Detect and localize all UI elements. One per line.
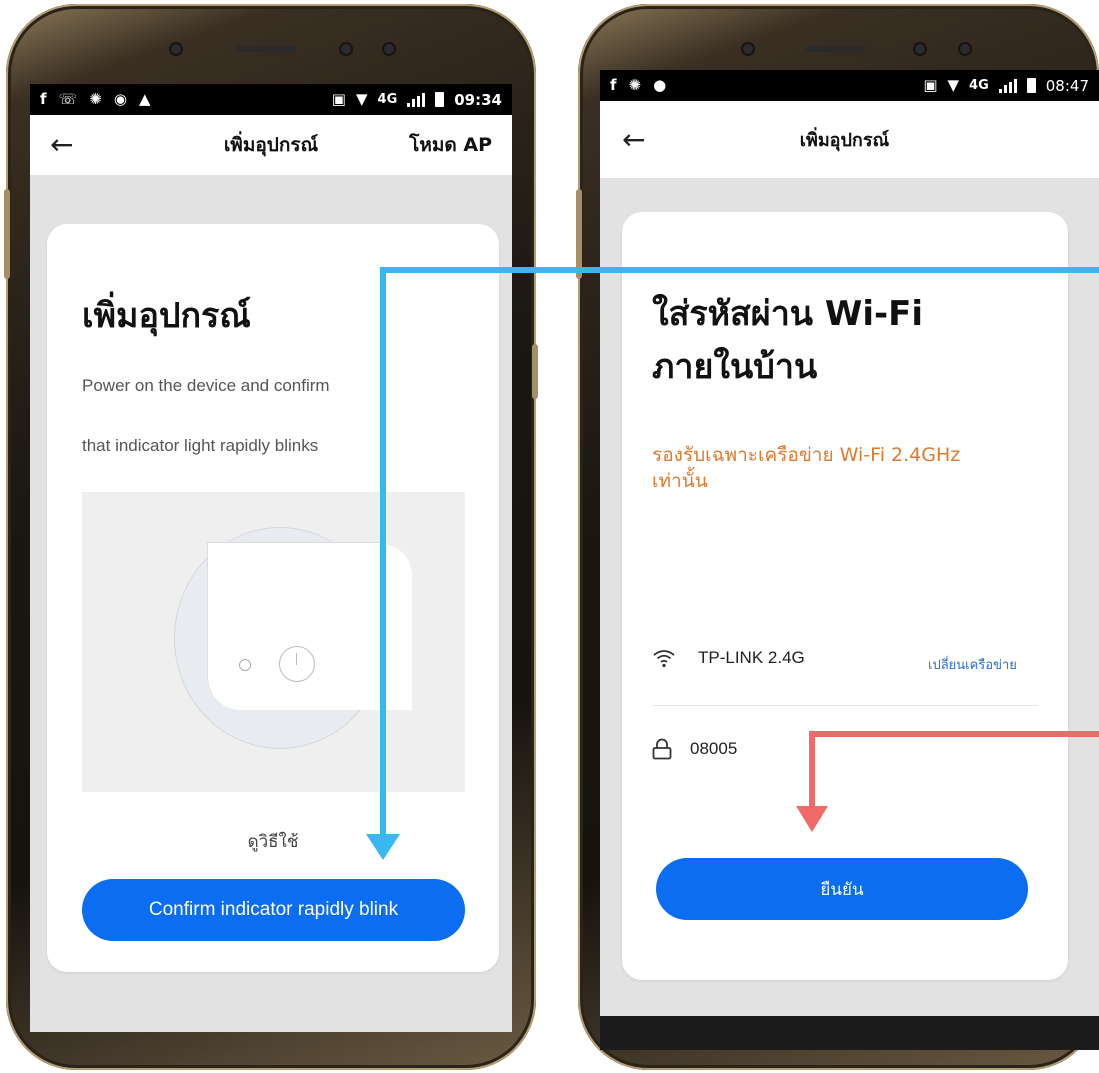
screen-bottom-edge [600, 1016, 1099, 1050]
wifi-status-icon: ▼ [355, 90, 368, 108]
front-sensor [960, 44, 970, 54]
confirm-blink-button[interactable]: Confirm indicator rapidly blink [82, 879, 465, 941]
wifi-icon [653, 650, 675, 668]
status-bar: f ✺ ● ▣ ▼ 4G 08:47 [600, 70, 1099, 101]
password-input[interactable]: 08005 [690, 739, 737, 759]
side-button [4, 189, 10, 279]
line-chat-icon: ☏ [58, 90, 78, 108]
indicator-led-icon [239, 659, 251, 671]
wifi-network-row: TP-LINK 2.4G [652, 648, 805, 668]
status-bar: f ☏ ✺ ◉ ▲ ▣ ▼ 4G 09:34 [30, 84, 512, 115]
side-button [532, 344, 538, 399]
battery-icon [1026, 78, 1036, 93]
instruction-line-1: Power on the device and confirm [82, 376, 330, 395]
add-device-card: เพิ่มอุปกรณ์ Power on the device and con… [47, 224, 499, 972]
phone-screen: f ☏ ✺ ◉ ▲ ▣ ▼ 4G 09:34 ← เพิ่มอุปกรณ์ โห… [30, 84, 512, 1032]
phone-screen: f ✺ ● ▣ ▼ 4G 08:47 ← เพิ่มอุปกรณ์ ใส่รหั… [600, 70, 1099, 1050]
front-sensor [384, 44, 394, 54]
network-type: 4G [377, 92, 398, 107]
left-phone: f ☏ ✺ ◉ ▲ ▣ ▼ 4G 09:34 ← เพิ่มอุปกรณ์ โห… [4, 4, 538, 1070]
chat-icon: ● [653, 76, 667, 94]
facebook-icon: f [40, 90, 47, 108]
warning-icon: ▲ [138, 90, 151, 108]
wifi-network-name: TP-LINK 2.4G [698, 648, 805, 667]
right-phone: f ✺ ● ▣ ▼ 4G 08:47 ← เพิ่มอุปกรณ์ ใส่รหั… [576, 4, 1099, 1070]
earpiece-speaker [806, 46, 866, 52]
frequency-warning-line-2: เท่านั้น [652, 470, 708, 492]
earpiece-speaker [236, 46, 296, 52]
status-time: 09:34 [454, 90, 502, 109]
aperture-icon: ✺ [628, 76, 642, 94]
card-title-line-1: ใส่รหัสผ่าน Wi-Fi [652, 294, 924, 334]
cast-icon: ▣ [923, 76, 938, 94]
status-time: 08:47 [1045, 76, 1089, 95]
frequency-warning-line-1: รองรับเฉพาะเครือข่าย Wi-Fi 2.4GHz [652, 444, 961, 466]
lock-icon [652, 738, 672, 760]
divider [652, 705, 1038, 706]
card-title-line-2: ภายในบ้าน [652, 347, 818, 387]
top-bezel [6, 4, 536, 84]
front-sensor [743, 44, 753, 54]
ap-mode-button[interactable]: โหมด AP [409, 130, 492, 160]
device-panel [207, 542, 412, 710]
signal-icon [407, 92, 426, 107]
wifi-status-icon: ▼ [947, 76, 960, 94]
power-icon [279, 646, 315, 682]
wifi-password-card: ใส่รหัสผ่าน Wi-Fi ภายในบ้าน รองรับเฉพาะเ… [622, 212, 1068, 980]
app-bar: ← เพิ่มอุปกรณ์ [600, 101, 1099, 178]
battery-icon [435, 92, 445, 107]
line-app-icon: ◉ [113, 90, 127, 108]
cast-icon: ▣ [331, 90, 346, 108]
password-row[interactable]: 08005 [652, 738, 737, 760]
signal-icon [998, 78, 1017, 93]
back-arrow-icon[interactable]: ← [50, 131, 73, 159]
back-arrow-icon[interactable]: ← [622, 125, 645, 154]
page-title: เพิ่มอุปกรณ์ [799, 130, 890, 151]
aperture-icon: ✺ [89, 90, 102, 108]
confirm-button[interactable]: ยืนยัน [656, 858, 1028, 920]
device-illustration [82, 492, 465, 792]
side-button [576, 189, 582, 279]
how-to-link[interactable]: ดูวิธีใช้ [47, 828, 499, 855]
network-type: 4G [969, 78, 989, 93]
front-sensor [171, 44, 181, 54]
instruction-line-2: that indicator light rapidly blinks [82, 436, 319, 455]
change-network-link[interactable]: เปลี่ยนเครือข่าย [928, 654, 1017, 675]
card-title: เพิ่มอุปกรณ์ [82, 296, 251, 336]
front-camera [915, 44, 925, 54]
app-bar: ← เพิ่มอุปกรณ์ โหมด AP [30, 115, 512, 175]
facebook-icon: f [610, 76, 617, 94]
front-camera [341, 44, 351, 54]
